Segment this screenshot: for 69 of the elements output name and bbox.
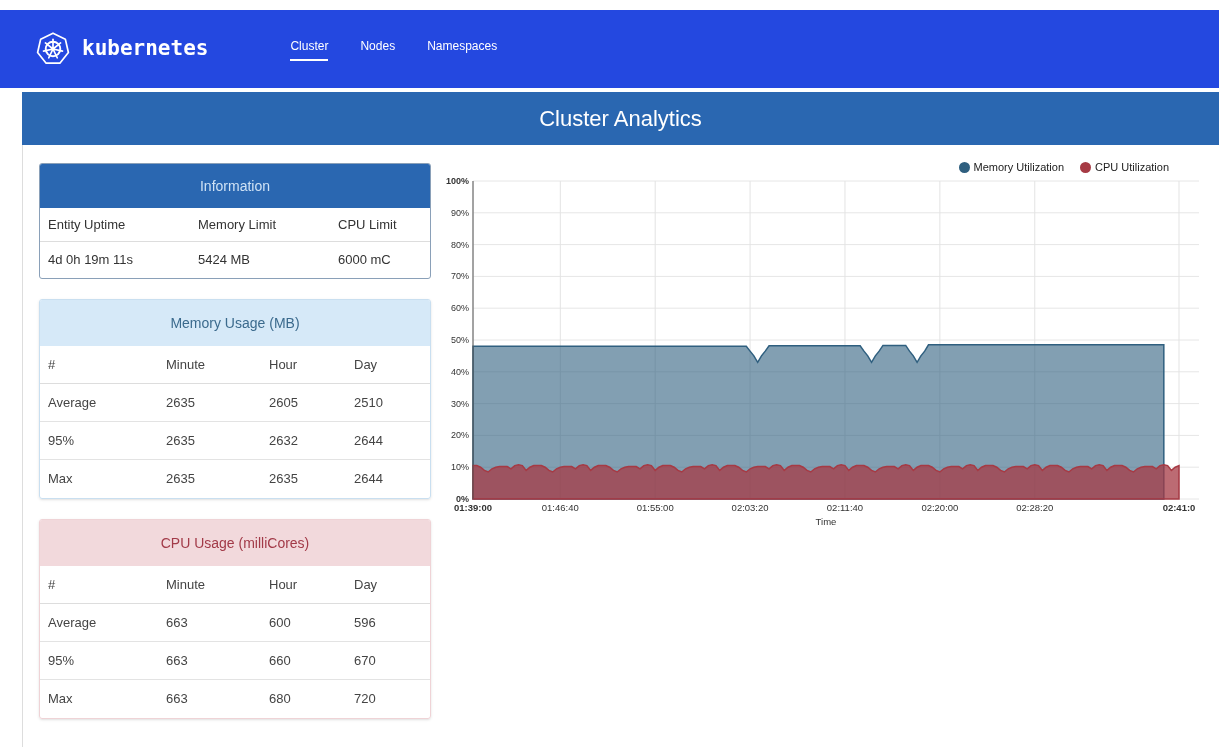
table-cell-text: 663 xyxy=(166,613,189,632)
y-tick-label: 20% xyxy=(451,430,469,441)
y-tick-label: 30% xyxy=(451,398,469,409)
legend-label: CPU Utilization xyxy=(1095,160,1169,175)
helm-wheel-logo-icon xyxy=(36,32,70,66)
x-axis-title: Time xyxy=(815,516,837,527)
y-tick-label: 0% xyxy=(456,494,469,504)
x-tick-label: 02:11:40 xyxy=(826,502,864,513)
table-cell-text: 2635 xyxy=(166,431,196,450)
table-cell-text: 5424 MB xyxy=(198,251,252,270)
table-cell-text: 600 xyxy=(269,613,292,632)
table-cell-text: 2510 xyxy=(354,393,384,412)
table-cell-text: 720 xyxy=(354,690,377,709)
y-tick-label: 60% xyxy=(451,303,469,314)
y-tick-label: 100% xyxy=(445,176,469,186)
table-cell-text: 2635 xyxy=(269,470,299,489)
table-cell-text: 6000 mC xyxy=(338,251,392,270)
table-cell-text: 660 xyxy=(269,651,292,670)
table-cell-text: Average xyxy=(48,613,98,632)
table-cell-text: 596 xyxy=(354,613,377,632)
page-title: Cluster Analytics xyxy=(539,105,702,133)
y-tick-label: 10% xyxy=(451,462,469,473)
y-tick-label: 40% xyxy=(451,366,469,377)
column-header: Day xyxy=(354,575,379,594)
table-cell-text: 670 xyxy=(354,651,377,670)
column-header: Hour xyxy=(269,355,299,374)
column-header: Hour xyxy=(269,575,299,594)
x-tick-label: 02:28:20 xyxy=(1016,502,1054,513)
column-header: Day xyxy=(354,355,379,374)
column-header: Entity Uptime xyxy=(48,215,127,234)
y-tick-label: 70% xyxy=(451,271,469,282)
table-cell-text: Max xyxy=(48,690,74,709)
column-header: CPU Limit xyxy=(338,215,398,234)
y-tick-label: 80% xyxy=(451,239,469,250)
x-tick-label: 02:03:20 xyxy=(731,502,769,513)
panel-heading: CPU Usage (milliCores) xyxy=(40,520,430,566)
table-cell-text: 2635 xyxy=(166,393,196,412)
column-header: Minute xyxy=(166,575,207,594)
table-cell-text: 2644 xyxy=(354,431,384,450)
column-header: # xyxy=(48,355,57,374)
table-cell-text: 663 xyxy=(166,690,189,709)
x-tick-label: 01:55:00 xyxy=(636,502,674,513)
table-cell-text: 95% xyxy=(48,651,76,670)
legend-label: Memory Utilization xyxy=(973,160,1065,175)
table-cell-text: 4d 0h 19m 11s xyxy=(48,251,135,270)
nav-tab[interactable]: Cluster xyxy=(290,37,329,61)
x-tick-label: 02:41:0 xyxy=(1162,502,1196,513)
table-cell-text: 663 xyxy=(166,651,189,670)
nav-tab[interactable]: Namespaces xyxy=(427,37,498,61)
column-header: # xyxy=(48,575,57,594)
table-cell-text: 2644 xyxy=(354,470,384,489)
brand-name: kubernetes xyxy=(82,35,209,63)
table-cell-text: 2635 xyxy=(166,470,196,489)
x-tick-label: 02:20:00 xyxy=(921,502,959,513)
nav-tab[interactable]: Nodes xyxy=(360,37,396,61)
y-tick-label: 90% xyxy=(451,207,469,218)
table-cell-text: 680 xyxy=(269,690,292,709)
panel-heading: Information xyxy=(40,164,430,208)
table-cell-text: 2605 xyxy=(269,393,299,412)
column-header: Memory Limit xyxy=(198,215,277,234)
table-cell-text: Average xyxy=(48,393,98,412)
table-cell-text: Max xyxy=(48,470,74,489)
column-header: Minute xyxy=(166,355,207,374)
x-tick-label: 01:39:00 xyxy=(454,502,492,513)
panel-heading: Memory Usage (MB) xyxy=(40,300,430,346)
table-cell-text: 95% xyxy=(48,431,76,450)
x-tick-label: 01:46:40 xyxy=(541,502,579,513)
table-cell-text: 2632 xyxy=(269,431,299,450)
y-tick-label: 50% xyxy=(451,335,469,345)
